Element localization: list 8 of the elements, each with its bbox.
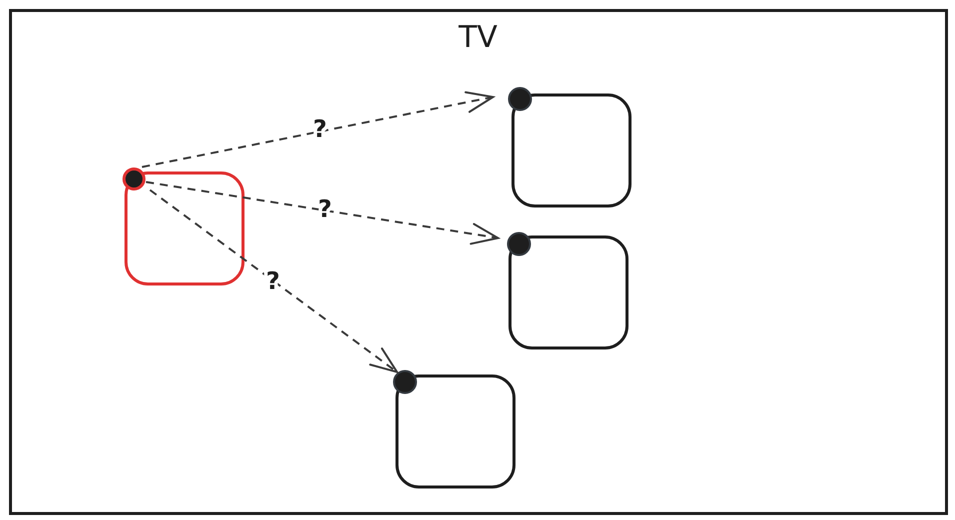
node-box[interactable] xyxy=(393,370,516,488)
node-box[interactable] xyxy=(122,168,244,286)
node-box[interactable] xyxy=(507,232,628,350)
edge-label: ? xyxy=(313,115,327,143)
edge-label: ? xyxy=(318,195,332,223)
diagram-title: TV xyxy=(458,20,498,55)
node-box[interactable] xyxy=(508,87,632,208)
dashed-arrow[interactable] xyxy=(146,181,501,245)
